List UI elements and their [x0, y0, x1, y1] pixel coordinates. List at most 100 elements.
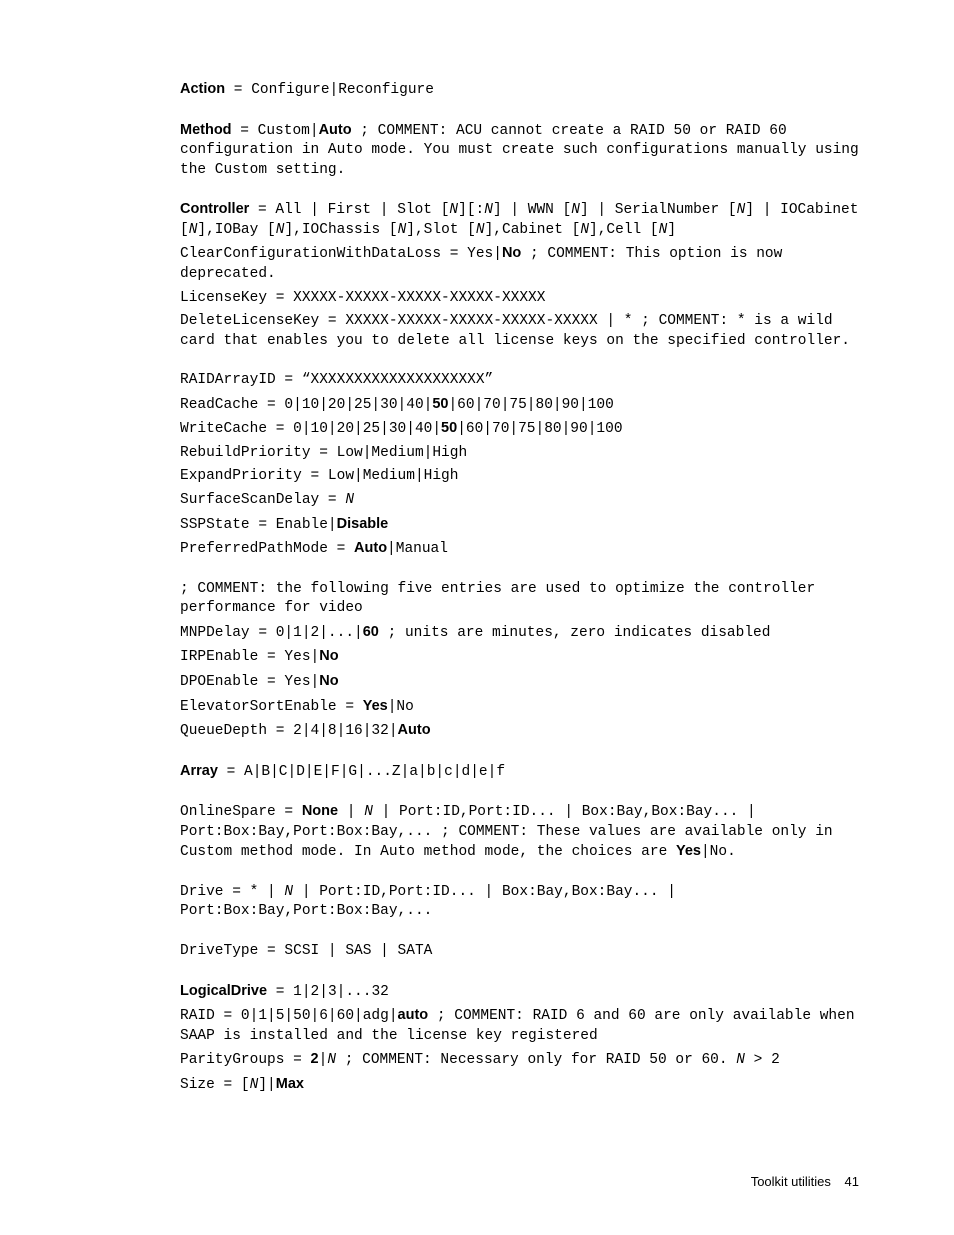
text-token: RAIDArrayID = “XXXXXXXXXXXXXXXXXXXX”	[180, 372, 493, 388]
config-line: WriteCache = 0|10|20|25|30|40|50|60|70|7…	[180, 419, 859, 440]
config-line: DeleteLicenseKey = XXXXX-XXXXX-XXXXX-XXX…	[180, 312, 859, 351]
text-token: ],Cell [	[589, 222, 659, 238]
config-line: MNPDelay = 0|1|2|...|60 ; units are minu…	[180, 623, 859, 644]
text-token: ],IOBay [	[197, 222, 275, 238]
config-line: Array = A|B|C|D|E|F|G|...Z|a|b|c|d|e|f	[180, 762, 859, 783]
text-token: Drive = * |	[180, 884, 284, 900]
text-token: ParityGroups =	[180, 1052, 311, 1068]
text-token: |60|70|75|80|90|100	[457, 421, 622, 437]
text-token: = All | First | Slot [	[249, 202, 449, 218]
config-line: RebuildPriority = Low|Medium|High	[180, 444, 859, 464]
text-token: ]	[667, 222, 676, 238]
config-line: Controller = All | First | Slot [N][:N] …	[180, 200, 859, 240]
config-line: DPOEnable = Yes|No	[180, 672, 859, 693]
bold-token: 50	[432, 396, 448, 412]
bold-token: Auto	[319, 122, 352, 138]
italic-token: N	[398, 222, 407, 238]
italic-token: N	[345, 492, 354, 508]
italic-token: N	[449, 202, 458, 218]
footer-label: Toolkit utilities	[751, 1174, 831, 1189]
document-body: Action = Configure|Reconfigure Method = C…	[180, 80, 859, 1095]
config-line: ClearConfigurationWithDataLoss = Yes|No …	[180, 244, 859, 284]
bold-token: Controller	[180, 201, 249, 217]
text-token: RAID = 0|1|5|50|6|60|adg|	[180, 1008, 398, 1024]
config-line: RAID = 0|1|5|50|6|60|adg|auto ; COMMENT:…	[180, 1006, 859, 1046]
text-token: IRPEnable = Yes|	[180, 649, 319, 665]
text-token: DriveType = SCSI | SAS | SATA	[180, 943, 432, 959]
bold-token: No	[319, 648, 338, 664]
config-line: QueueDepth = 2|4|8|16|32|Auto	[180, 721, 859, 742]
text-token: ; COMMENT: Necessary only for RAID 50 or…	[336, 1052, 736, 1068]
bold-token: Yes	[676, 843, 701, 859]
bold-token: Auto	[398, 722, 431, 738]
text-token: ClearConfigurationWithDataLoss = Yes|	[180, 246, 502, 262]
italic-token: N	[476, 222, 485, 238]
text-token: ],Slot [	[406, 222, 476, 238]
italic-token: N	[484, 202, 493, 218]
bold-token: Disable	[337, 516, 389, 532]
italic-token: N	[364, 804, 373, 820]
config-line: Method = Custom|Auto ; COMMENT: ACU cann…	[180, 121, 859, 181]
text-token: = A|B|C|D|E|F|G|...Z|a|b|c|d|e|f	[218, 764, 505, 780]
italic-token: N	[284, 884, 293, 900]
config-line: LogicalDrive = 1|2|3|...32	[180, 982, 859, 1003]
text-token: Size = [	[180, 1077, 250, 1093]
config-line: SSPState = Enable|Disable	[180, 515, 859, 536]
text-token: PreferredPathMode =	[180, 541, 354, 557]
text-token: MNPDelay = 0|1|2|...|	[180, 625, 363, 641]
config-line: OnlineSpare = None | N | Port:ID,Port:ID…	[180, 802, 859, 863]
text-token: = 1|2|3|...32	[267, 984, 389, 1000]
bold-token: Method	[180, 122, 232, 138]
italic-token: N	[327, 1052, 336, 1068]
bold-token: 50	[441, 420, 457, 436]
bold-token: auto	[398, 1007, 429, 1023]
text-token: SSPState = Enable|	[180, 517, 337, 533]
text-token: = Custom|	[232, 123, 319, 139]
bold-token: None	[302, 803, 338, 819]
text-token: QueueDepth = 2|4|8|16|32|	[180, 723, 398, 739]
page-footer: Toolkit utilities 41	[751, 1173, 859, 1191]
text-token: ]|	[258, 1077, 275, 1093]
bold-token: 2	[311, 1051, 319, 1067]
bold-token: Action	[180, 81, 225, 97]
text-token: > 2	[745, 1052, 780, 1068]
text-token: |	[338, 804, 364, 820]
text-token: |No.	[701, 844, 736, 860]
text-token: WriteCache = 0|10|20|25|30|40|	[180, 421, 441, 437]
italic-token: N	[736, 1052, 745, 1068]
text-token: SurfaceScanDelay =	[180, 492, 345, 508]
text-token: DPOEnable = Yes|	[180, 674, 319, 690]
bold-token: Max	[276, 1076, 304, 1092]
bold-token: Array	[180, 763, 218, 779]
text-token: ][:	[458, 202, 484, 218]
text-token: ReadCache = 0|10|20|25|30|40|	[180, 397, 432, 413]
text-token: RebuildPriority = Low|Medium|High	[180, 445, 467, 461]
config-line: SurfaceScanDelay = N	[180, 491, 859, 511]
italic-token: N	[737, 202, 746, 218]
text-token: LicenseKey = XXXXX-XXXXX-XXXXX-XXXXX-XXX…	[180, 290, 545, 306]
config-line: IRPEnable = Yes|No	[180, 647, 859, 668]
text-token: |Manual	[387, 541, 448, 557]
text-token: |No	[388, 699, 414, 715]
italic-token: N	[571, 202, 580, 218]
bold-token: No	[502, 245, 521, 261]
config-line: ReadCache = 0|10|20|25|30|40|50|60|70|75…	[180, 395, 859, 416]
config-line: Drive = * | N | Port:ID,Port:ID... | Box…	[180, 883, 859, 922]
text-token: = Configure|Reconfigure	[225, 82, 434, 98]
config-line: LicenseKey = XXXXX-XXXXX-XXXXX-XXXXX-XXX…	[180, 289, 859, 309]
text-token: ; units are minutes, zero indicates disa…	[379, 625, 771, 641]
config-line: ParityGroups = 2|N ; COMMENT: Necessary …	[180, 1050, 859, 1071]
config-line: RAIDArrayID = “XXXXXXXXXXXXXXXXXXXX”	[180, 371, 859, 391]
text-token: DeleteLicenseKey = XXXXX-XXXXX-XXXXX-XXX…	[180, 313, 850, 349]
bold-token: Yes	[363, 698, 388, 714]
config-line: ExpandPriority = Low|Medium|High	[180, 467, 859, 487]
text-token: |60|70|75|80|90|100	[448, 397, 613, 413]
text-token: ],Cabinet [	[485, 222, 581, 238]
bold-token: 60	[363, 624, 379, 640]
bold-token: No	[319, 673, 338, 689]
bold-token: Auto	[354, 540, 387, 556]
text-token: ; COMMENT: the following five entries ar…	[180, 581, 815, 617]
italic-token: N	[580, 222, 589, 238]
config-line: Size = [N]|Max	[180, 1075, 859, 1096]
config-line: Action = Configure|Reconfigure	[180, 80, 859, 101]
